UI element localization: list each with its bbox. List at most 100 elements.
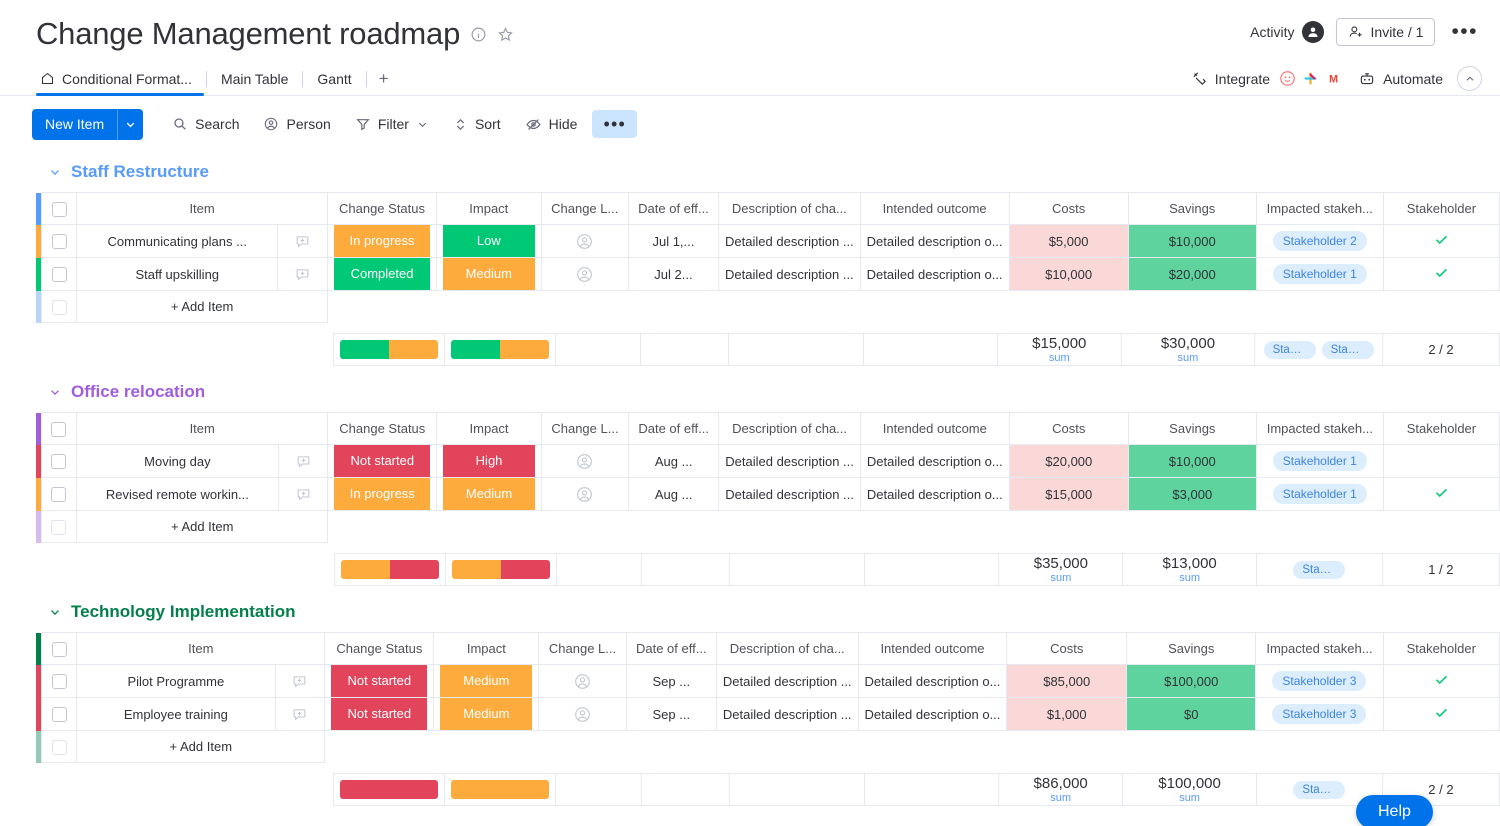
cell-date[interactable]: Sep ... [625,664,717,698]
row-checkbox[interactable] [51,707,67,723]
summary-costs[interactable]: $15,000 sum [996,333,1122,366]
cell-change-lead[interactable] [540,444,630,478]
cell-date[interactable]: Jul 2... [627,257,720,291]
cell-conversation[interactable] [274,697,326,731]
person-placeholder-icon[interactable] [548,452,622,471]
column-header-stakeholder[interactable]: Stakeholder [1382,192,1500,225]
cell-savings[interactable]: $3,000 [1127,477,1257,511]
cell-conversation[interactable] [274,664,326,698]
row-checkbox-cell[interactable] [40,697,78,731]
cell-change-status[interactable]: In progress [327,224,437,258]
cell-stakeholder-check[interactable] [1382,224,1500,258]
cell-item-name[interactable]: Communicating plans ... [76,224,279,258]
column-header-impact[interactable]: Impact [436,412,542,445]
cell-costs[interactable]: $20,000 [1008,444,1129,478]
summary-stakeholders[interactable]: Stake... Stake... [1254,333,1383,366]
integrate-button[interactable]: Integrate M [1191,67,1344,90]
cell-savings[interactable]: $20,000 [1127,257,1257,291]
chevron-down-icon[interactable] [416,118,429,131]
add-row-checkbox-cell[interactable] [40,290,78,323]
row-checkbox[interactable] [51,674,67,690]
add-update-icon[interactable] [284,233,321,250]
column-header-intended-outcome[interactable]: Intended outcome [859,192,1010,225]
cell-change-status[interactable]: Not started [327,444,438,478]
cell-description[interactable]: Detailed description ... [718,477,861,511]
impact-badge[interactable]: Medium [442,258,535,290]
summary-status-battery[interactable] [332,333,445,366]
cell-change-lead[interactable] [538,664,627,698]
cell-impact[interactable]: Medium [433,697,540,731]
new-item-dropdown-button[interactable] [117,108,143,140]
cell-costs[interactable]: $10,000 [1008,257,1129,291]
table-row[interactable]: Communicating plans ... In progress Low Jul… [36,224,1500,258]
select-all-checkbox[interactable] [51,641,67,657]
cell-impact[interactable]: Medium [433,664,540,698]
group-title[interactable]: Technology Implementation [71,602,295,622]
column-header-savings[interactable]: Savings [1126,632,1257,665]
cell-description[interactable]: Detailed description ... [718,224,861,258]
cell-change-status[interactable]: Not started [324,697,435,731]
column-header-item[interactable]: Item [76,192,329,225]
star-icon[interactable] [497,26,514,43]
column-header-description[interactable]: Description of cha... [718,412,861,445]
cell-conversation[interactable] [277,224,329,258]
summary-stakeholders[interactable]: Stakeholder 1 [1255,553,1383,586]
cell-impacted-stakeholders[interactable]: Stakeholder 3 [1255,697,1384,731]
tab-gantt[interactable]: Gantt [305,62,363,95]
stakeholder-chip[interactable]: Stakeholder 2 [1272,231,1367,251]
add-item-row[interactable]: + Add Item [36,290,1500,323]
cell-intended-outcome[interactable]: Detailed description o... [859,224,1010,258]
status-badge[interactable]: In progress [334,478,431,510]
cell-description[interactable]: Detailed description ... [718,444,861,478]
cell-costs[interactable]: $85,000 [1006,664,1128,698]
cell-impacted-stakeholders[interactable]: Stakeholder 1 [1255,477,1384,511]
cell-item-name[interactable]: Employee training [76,697,276,731]
gmail-icon[interactable]: M [1323,67,1344,90]
group-title[interactable]: Staff Restructure [71,162,209,182]
cell-stakeholder-check[interactable] [1382,697,1500,731]
cell-impact[interactable]: Medium [435,257,542,291]
column-header-costs[interactable]: Costs [1008,192,1129,225]
column-header-change-status[interactable]: Change Status [327,192,437,225]
cell-stakeholder-check[interactable] [1382,257,1500,291]
cell-date[interactable]: Sep ... [625,697,717,731]
monday-icon[interactable] [1277,67,1298,90]
summary-status-battery[interactable] [333,773,446,806]
cell-intended-outcome[interactable]: Detailed description o... [857,664,1008,698]
summary-impact-battery[interactable] [444,553,557,586]
add-update-icon[interactable] [282,673,319,690]
add-item-row[interactable]: + Add Item [36,510,1500,543]
table-row[interactable]: Staff upskilling Completed Medium Jul 2... D… [36,257,1500,291]
cell-change-status[interactable]: Completed [327,257,437,291]
tab-main-table[interactable]: Main Table [209,62,300,95]
person-placeholder-icon[interactable] [548,232,622,251]
cell-item-name[interactable]: Staff upskilling [76,257,279,291]
cell-stakeholder-check[interactable] [1382,477,1500,511]
cell-change-lead[interactable] [538,697,627,731]
column-header-change-lead[interactable]: Change L... [540,412,630,445]
table-row[interactable]: Employee training Not started Medium Sep ..… [36,697,1500,731]
impact-badge[interactable]: Medium [440,665,533,697]
select-all-checkbox-cell[interactable] [40,632,78,665]
column-header-date[interactable]: Date of eff... [625,632,717,665]
impact-badge[interactable]: Medium [440,698,533,730]
stakeholder-chip[interactable]: Stakeholder 1 [1272,451,1367,471]
group-title[interactable]: Office relocation [71,382,205,402]
filter-button[interactable]: Filter [346,110,438,138]
cell-change-lead[interactable] [540,257,629,291]
row-checkbox-cell[interactable] [40,664,78,698]
cell-savings[interactable]: $10,000 [1127,224,1257,258]
cell-conversation[interactable] [277,257,329,291]
column-header-intended-outcome[interactable]: Intended outcome [859,412,1010,445]
summary-impact-battery[interactable] [443,333,556,366]
cell-intended-outcome[interactable]: Detailed description o... [857,697,1008,731]
impact-badge[interactable]: Low [442,225,535,257]
info-icon[interactable] [470,26,487,43]
row-checkbox[interactable] [51,267,67,283]
table-row[interactable]: Revised remote workin... In progress Mediu… [36,477,1500,511]
cell-item-name[interactable]: Revised remote workin... [76,477,279,511]
cell-impacted-stakeholders[interactable]: Stakeholder 3 [1255,664,1384,698]
cell-conversation[interactable] [277,477,329,511]
select-all-checkbox[interactable] [51,421,67,437]
summary-costs[interactable]: $35,000 sum [998,553,1124,586]
